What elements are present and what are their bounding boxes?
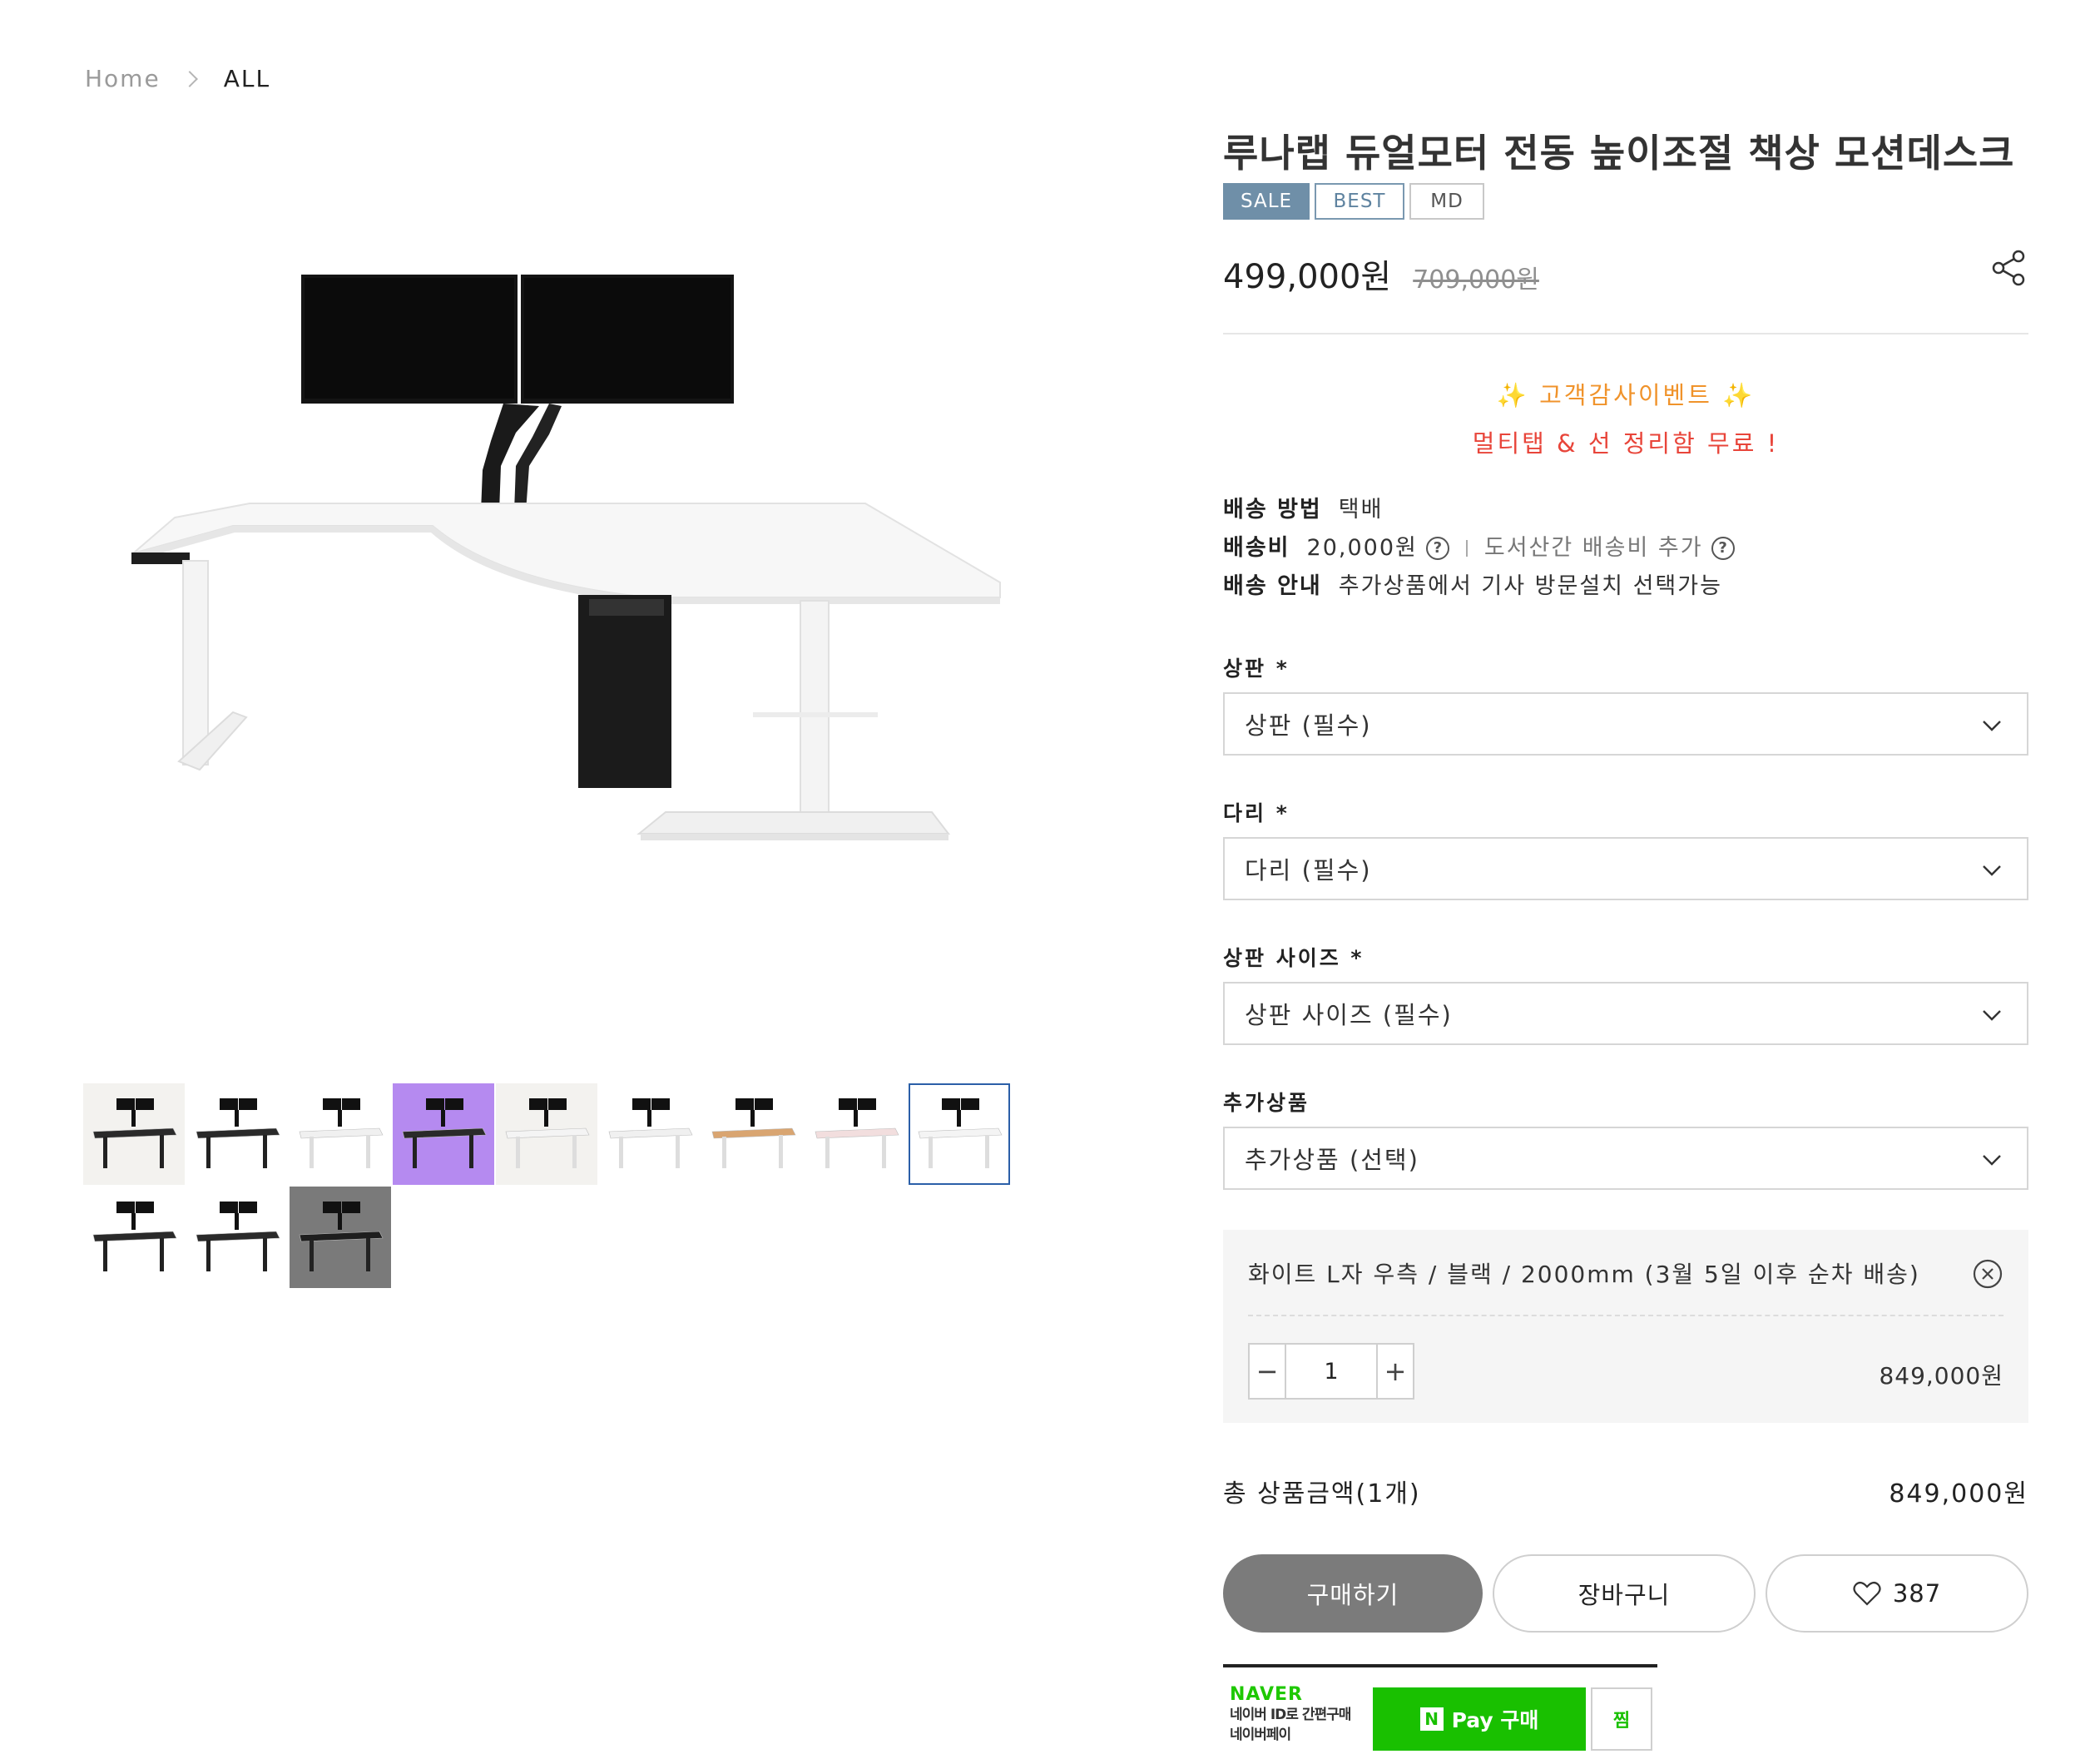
option-top-label: 상판 * (1223, 657, 1290, 681)
naver-pay-buy-label: Pay 구매 (1451, 1708, 1539, 1732)
like-count: 387 (1892, 1579, 1942, 1608)
option-leg-select[interactable]: 다리 (필수) (1223, 837, 2028, 900)
heart-icon (1853, 1581, 1881, 1606)
naver-n-icon: N (1419, 1707, 1444, 1731)
naver-pay-buy-button[interactable]: N Pay 구매 (1373, 1687, 1586, 1751)
price-row: 499,000원 709,000원 (1223, 250, 1539, 298)
product-thumbnail[interactable] (702, 1083, 804, 1185)
remote-area-note: 도서산간 배송비 추가 (1483, 535, 1703, 561)
help-icon[interactable]: ? (1711, 537, 1735, 560)
quantity-increase-button[interactable]: + (1376, 1345, 1413, 1398)
divider (1223, 333, 2028, 334)
option-size-label: 상판 사이즈 * (1223, 946, 1365, 970)
naver-pay-brand: NAVER 네이버 ID로 간편구매 네이버페이 (1230, 1684, 1371, 1745)
sale-badge: SALE (1223, 183, 1310, 220)
product-main-image (83, 216, 1040, 965)
thumbnail-gallery (83, 1083, 1015, 1288)
total-value: 849,000원 (1889, 1479, 2028, 1509)
md-badge: MD (1409, 183, 1484, 220)
option-size-select[interactable]: 상판 사이즈 (필수) (1223, 982, 2028, 1045)
product-thumbnail[interactable] (599, 1083, 701, 1185)
product-title: 루나랩 듀얼모터 전동 높이조절 책상 모션데스크 (1223, 131, 2015, 176)
selected-option-price: 849,000원 (1879, 1362, 2003, 1390)
product-thumbnail[interactable] (909, 1083, 1010, 1185)
product-badges: SALE BEST MD (1223, 183, 1484, 220)
share-icon[interactable] (1989, 248, 2028, 288)
total-label: 총 상품금액(1개) (1223, 1479, 1421, 1509)
chevron-down-icon (1983, 1010, 2001, 1021)
product-thumbnail[interactable] (290, 1083, 391, 1185)
original-price: 709,000원 (1413, 265, 1539, 295)
help-icon[interactable]: ? (1425, 537, 1449, 560)
option-size-value: 상판 사이즈 (필수) (1245, 1001, 1453, 1029)
shipping-guide-label: 배송 안내 (1223, 573, 1322, 599)
shipping-guide-value: 추가상품에서 기사 방문설치 선택가능 (1338, 573, 1722, 599)
option-addon-value: 추가상품 (선택) (1245, 1146, 1419, 1174)
product-thumbnail[interactable] (393, 1083, 494, 1185)
event-title: ✨ 고객감사이벤트 ✨ (1496, 381, 1756, 409)
shipping-fee-value: 20,000원 (1306, 535, 1418, 561)
breadcrumb: Home ALL (85, 65, 270, 92)
quantity-decrease-button[interactable]: − (1250, 1345, 1286, 1398)
naver-pay-section: NAVER 네이버 ID로 간편구매 네이버페이 N Pay 구매 찜 (1223, 1664, 1657, 1759)
naver-pay-description: 네이버 ID로 간편구매 (1230, 1707, 1351, 1723)
option-leg-value: 다리 (필수) (1245, 856, 1372, 884)
buy-button[interactable]: 구매하기 (1223, 1554, 1483, 1633)
best-badge: BEST (1315, 183, 1404, 220)
divider (1248, 1315, 2003, 1316)
cart-button[interactable]: 장바구니 (1493, 1554, 1756, 1633)
close-icon[interactable] (1972, 1258, 2003, 1290)
chevron-down-icon (1983, 865, 2001, 876)
shipping-method-value: 택배 (1338, 497, 1384, 523)
selected-option-box: 화이트 L자 우측 / 블랙 / 2000mm (3월 5일 이후 순차 배송)… (1223, 1230, 2028, 1423)
shipping-method-row: 배송 방법 택배 (1223, 491, 1735, 529)
sale-price: 499,000원 (1223, 258, 1392, 296)
naver-pay-label: 네이버페이 (1230, 1727, 1291, 1743)
action-buttons: 구매하기 장바구니 387 (1223, 1554, 2028, 1633)
quantity-input[interactable]: 1 (1286, 1345, 1376, 1398)
product-thumbnail[interactable] (290, 1187, 391, 1288)
breadcrumb-current[interactable]: ALL (224, 65, 270, 92)
chevron-right-icon (181, 70, 198, 87)
shipping-fee-label: 배송비 (1223, 535, 1290, 561)
product-thumbnail[interactable] (83, 1083, 185, 1185)
product-thumbnail[interactable] (186, 1187, 288, 1288)
option-addon-label: 추가상품 (1223, 1091, 1310, 1115)
total-price-row: 총 상품금액(1개) 849,000원 (1223, 1473, 2028, 1509)
shipping-guide-row: 배송 안내 추가상품에서 기사 방문설치 선택가능 (1223, 567, 1735, 606)
option-addon-select[interactable]: 추가상품 (선택) (1223, 1127, 2028, 1190)
chevron-down-icon (1983, 1155, 2001, 1166)
like-button[interactable]: 387 (1766, 1554, 2028, 1633)
option-top-value: 상판 (필수) (1245, 711, 1372, 740)
shipping-info: 배송 방법 택배 배송비 20,000원 ? 도서산간 배송비 추가 ? 배송 … (1223, 491, 1735, 606)
option-leg-label: 다리 * (1223, 801, 1290, 825)
event-banner: ✨ 고객감사이벤트 ✨ 멀티탭 & 선 정리함 무료 ! (1223, 376, 2028, 459)
naver-logo: NAVER (1230, 1684, 1303, 1705)
chevron-down-icon (1983, 721, 2001, 731)
shipping-fee-row: 배송비 20,000원 ? 도서산간 배송비 추가 ? (1223, 529, 1735, 567)
product-thumbnail[interactable] (496, 1083, 597, 1185)
quantity-stepper: − 1 + (1248, 1343, 1414, 1400)
naver-wish-button[interactable]: 찜 (1591, 1687, 1652, 1751)
product-thumbnail[interactable] (186, 1083, 288, 1185)
option-top-select[interactable]: 상판 (필수) (1223, 692, 2028, 756)
divider (1465, 540, 1468, 557)
breadcrumb-home-link[interactable]: Home (85, 65, 161, 92)
shipping-method-label: 배송 방법 (1223, 497, 1322, 523)
product-thumbnail[interactable] (805, 1083, 907, 1185)
event-subtitle: 멀티탭 & 선 정리함 무료 ! (1472, 429, 1780, 458)
selected-option-name: 화이트 L자 우측 / 블랙 / 2000mm (3월 5일 이후 순차 배송) (1248, 1261, 1920, 1288)
product-thumbnail[interactable] (83, 1187, 185, 1288)
